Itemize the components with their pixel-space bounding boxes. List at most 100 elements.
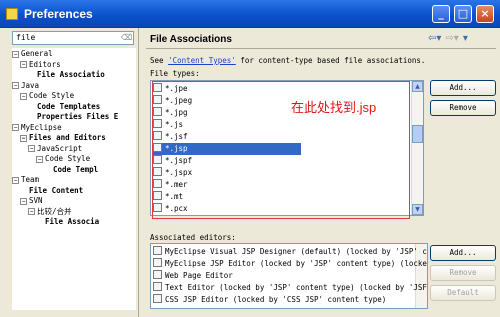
tree-item-label: File Associatio [37,70,105,79]
menu-chevron-icon[interactable]: ▾ [463,33,468,44]
file-icon [153,203,162,212]
add-file-type-button[interactable]: Add... [430,80,496,96]
forward-arrow-icon[interactable]: ⇨▾ [445,33,458,44]
file-type-row[interactable]: *.jpe [153,83,301,95]
file-type-row[interactable]: *.jspx [153,167,301,179]
tree-item[interactable]: − Editors [20,60,61,70]
tree-item[interactable]: − Files and Editors [20,133,106,143]
collapse-icon[interactable]: − [20,197,27,205]
editor-row[interactable]: MyEclipse Visual JSP Designer (default) … [153,246,427,258]
tree-item-label: 比较/合并 [37,206,72,216]
tree-item-label: File Content [29,185,84,195]
tree-item[interactable]: File Content [20,186,83,196]
file-type-label: *.jspf [165,156,193,165]
file-types-scrollbar[interactable]: ▲ ▼ [411,81,423,215]
file-icon [153,191,162,200]
editor-label: Web Page Editor [165,271,233,280]
file-type-label: *.jsp [165,144,188,153]
file-type-row[interactable]: *.mt [153,191,301,203]
file-type-row[interactable]: *.jspf [153,155,301,167]
preferences-tree[interactable]: − General − Editors File Associatio − Java − Cod… [12,48,136,310]
editor-label: CSS JSP Editor (locked by 'CSS JSP' cont… [165,295,387,304]
tree-item-label: Code Templates [37,101,101,111]
file-type-row[interactable]: *.js [153,119,301,131]
tree-item-label: SVN [29,196,43,205]
file-type-row[interactable]: *.jpg [153,107,301,119]
editor-icon [153,246,162,255]
editor-label: MyEclipse Visual JSP Designer (default) … [165,247,428,256]
window-title: Preferences [24,7,93,21]
tree-item[interactable]: File Associa [36,217,99,227]
pane-splitter[interactable] [138,28,141,317]
add-editor-button[interactable]: Add... [430,245,496,261]
scroll-thumb[interactable] [412,125,423,143]
filter-input[interactable]: file [12,31,134,45]
tree-item[interactable]: − General [12,49,53,59]
tree-item[interactable]: − Code Style [36,154,90,164]
minimize-button[interactable]: _ [432,5,450,23]
tree-item-label: Files and Editors [29,133,106,142]
page-title: File Associations [150,34,232,45]
remove-editor-button[interactable]: Remove [430,265,496,281]
tree-item-label: Code Templ [53,164,99,174]
file-icon [153,143,162,152]
desc-suffix: for content-type based file associations… [235,56,426,65]
collapse-icon[interactable]: − [12,82,19,89]
file-icon [153,179,162,188]
tree-item[interactable]: − SVN [20,196,43,206]
collapse-icon[interactable]: − [20,92,27,100]
collapse-icon[interactable]: − [28,145,35,152]
collapse-icon[interactable]: − [12,176,19,184]
clear-filter-icon[interactable]: ⌫ [121,33,132,43]
file-type-row[interactable]: *.pcx [153,203,301,215]
collapse-icon[interactable]: − [12,124,19,131]
tree-item-label: JavaScript [37,143,83,153]
file-type-row[interactable]: *.mer [153,179,301,191]
file-type-label: *.pcx [165,204,188,213]
file-type-label: *.jpg [165,108,188,117]
tree-item[interactable]: − 比较/合并 [28,207,72,217]
scroll-down-arrow-icon[interactable]: ▼ [412,204,423,215]
maximize-button[interactable]: □ [454,5,472,23]
content-types-link[interactable]: 'Content Types' [168,56,236,65]
editor-row[interactable]: Text Editor (locked by 'JSP' content typ… [153,282,427,294]
file-types-label: File types: [150,69,200,78]
tree-item[interactable]: − MyEclipse [12,123,62,133]
file-icon [153,83,162,92]
tree-item[interactable]: File Associatio [28,70,105,80]
file-type-row[interactable]: *.jsf [153,131,301,143]
tree-item[interactable]: − Team [12,175,39,185]
file-types-list[interactable]: ▲ ▼ *.jpe *.jpeg *.jpg *.js *.jsf *.jsp *.jspf… [150,80,424,216]
tree-item-label: Code Style [29,91,75,100]
tree-item-label: Java [21,80,40,90]
editor-row[interactable]: CSS JSP Editor (locked by 'CSS JSP' cont… [153,294,415,306]
desc-prefix: See [150,56,169,65]
tree-item[interactable]: − Java [12,81,39,91]
editor-row[interactable]: Web Page Editor [153,270,415,282]
editor-row[interactable]: MyEclipse JSP Editor (locked by 'JSP' co… [153,258,427,270]
tree-item[interactable]: Code Templ [44,165,98,175]
collapse-icon[interactable]: − [20,61,27,68]
editor-icon [153,270,162,279]
collapse-icon[interactable]: − [28,208,35,215]
tree-item-label: Editors [29,59,61,69]
collapse-icon[interactable]: − [36,155,43,163]
default-editor-button[interactable]: Default [430,285,496,301]
file-type-row[interactable]: *.jpeg [153,95,301,107]
scroll-up-arrow-icon[interactable]: ▲ [412,81,423,92]
tree-item[interactable]: Code Templates [28,102,100,112]
history-navigation: ⇦▾ ⇨▾ ▾ [428,33,472,44]
file-icon [153,95,162,104]
editor-label: MyEclipse JSP Editor (locked by 'JSP' co… [165,259,428,268]
collapse-icon[interactable]: − [20,134,27,142]
close-button[interactable]: × [476,5,494,23]
back-arrow-icon[interactable]: ⇦▾ [428,33,441,44]
file-type-row[interactable]: *.jsp [153,143,301,155]
collapse-icon[interactable]: − [12,50,19,58]
tree-item[interactable]: Properties Files E [28,112,118,122]
associated-editors-list[interactable]: MyEclipse Visual JSP Designer (default) … [150,243,428,309]
tree-item[interactable]: − Code Style [20,91,74,101]
remove-file-type-button[interactable]: Remove [430,100,496,116]
tree-item[interactable]: − JavaScript [28,144,82,154]
file-type-label: *.jspx [165,168,193,177]
